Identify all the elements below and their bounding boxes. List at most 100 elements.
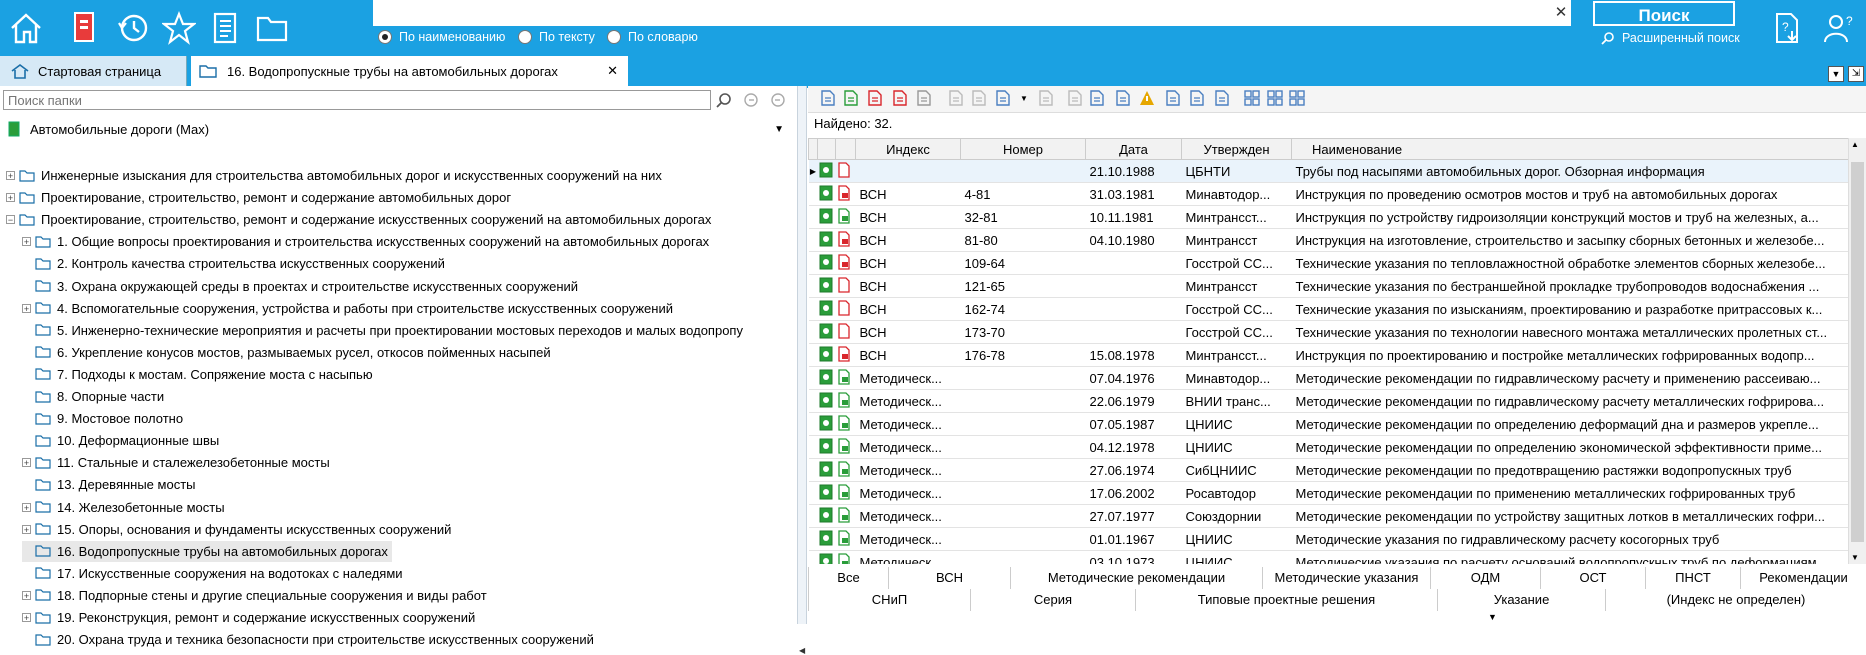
collapse-icon[interactable]: − <box>6 215 15 225</box>
root-folder-selector[interactable]: Автомобильные дороги (Max) ▼ <box>8 118 788 140</box>
notes-icon[interactable] <box>203 6 247 50</box>
preview-icon[interactable] <box>1213 89 1231 107</box>
help-download-icon[interactable]: ? <box>1765 6 1809 50</box>
tree-item[interactable]: 3. Охрана окружающей среды в проектах и … <box>22 276 578 297</box>
scroll-thumb[interactable] <box>1851 162 1864 542</box>
expand-icon[interactable]: + <box>6 171 15 181</box>
grid2-icon[interactable] <box>1266 89 1284 107</box>
panel-splitter[interactable]: ◀ <box>797 86 807 655</box>
tree-item[interactable]: +4. Вспомогательные сооружения, устройст… <box>22 298 673 319</box>
folder-search-input[interactable] <box>3 90 711 110</box>
tree-item[interactable]: 8. Опорные части <box>22 386 164 407</box>
header-index[interactable]: Индекс <box>855 138 961 160</box>
vertical-scrollbar[interactable]: ▲ ▼ <box>1848 138 1866 564</box>
tree-item[interactable]: +14. Железобетонные мосты <box>22 497 225 518</box>
expand-icon[interactable]: + <box>22 458 31 468</box>
table-row[interactable]: ВСН 121-65 Минтрансст Технические указания … <box>808 274 1848 298</box>
search-input[interactable] <box>373 0 1571 26</box>
chevron-down-icon[interactable]: ▼ <box>774 124 784 135</box>
category-tab[interactable]: Методические рекомендации <box>1010 567 1262 589</box>
expand-icon[interactable]: + <box>22 237 31 247</box>
table-row[interactable]: ВСН 81-80 04.10.1980 Минтрансст Инструкция н… <box>808 228 1848 252</box>
category-tab[interactable]: Все <box>808 567 888 589</box>
expand-icon[interactable]: + <box>6 193 15 203</box>
tree-link-icon[interactable] <box>1114 89 1132 107</box>
copy-icon[interactable] <box>947 89 965 107</box>
search-icon[interactable] <box>714 90 734 110</box>
export-red2-icon[interactable] <box>891 89 909 107</box>
tree-item[interactable]: +1. Общие вопросы проектирования и строи… <box>22 231 709 252</box>
tree-item[interactable]: 6. Укрепление конусов мостов, размываемы… <box>22 342 551 363</box>
table-row[interactable]: Методическ... 22.06.1979 ВНИИ транс... Мето… <box>808 389 1848 413</box>
category-tab[interactable]: ОСТ <box>1540 567 1645 589</box>
collapse-left-icon[interactable]: ◀ <box>799 646 805 655</box>
search-button[interactable]: Поиск <box>1593 1 1735 26</box>
history-icon[interactable] <box>111 6 155 50</box>
tree-item[interactable]: +19. Реконструкция, ремонт и содержание … <box>22 607 475 628</box>
table-row[interactable]: Методическ... 27.07.1977 Союздорнии Методич… <box>808 504 1848 528</box>
search-next-icon[interactable] <box>768 90 788 110</box>
table-row[interactable]: Методическ... 04.12.1978 ЦНИИС Методические… <box>808 435 1848 459</box>
star-icon[interactable] <box>157 6 201 50</box>
expand-icon[interactable]: + <box>22 590 31 600</box>
category-tab[interactable]: Рекомендации <box>1740 567 1866 589</box>
advanced-search-link[interactable]: Расширенный поиск <box>1600 31 1740 45</box>
compare-icon[interactable] <box>1037 89 1055 107</box>
radio-by-dictionary[interactable]: По словарю <box>607 30 698 44</box>
tree-item[interactable]: 20. Охрана труда и техника безопасности … <box>22 629 594 650</box>
check-icon[interactable] <box>1066 89 1084 107</box>
export-blue-icon[interactable] <box>819 89 837 107</box>
tree-item[interactable]: 5. Инженерно-технические мероприятия и р… <box>22 320 743 341</box>
table-row[interactable]: ВСН 4-81 31.03.1981 Минавтодор... Инструкция… <box>808 182 1848 206</box>
category-tab[interactable]: Типовые проектные решения <box>1135 589 1437 611</box>
expand-icon[interactable]: + <box>22 303 31 313</box>
clear-search-icon[interactable]: ✕ <box>1552 2 1570 24</box>
radio-dot[interactable] <box>518 30 532 44</box>
table-row[interactable]: Методическ... 01.01.1967 ЦНИИС Методические… <box>808 527 1848 551</box>
table-row[interactable]: Методическ... 07.05.1987 ЦНИИС Методические… <box>808 412 1848 436</box>
scroll-up-icon[interactable]: ▲ <box>1851 140 1859 149</box>
table-row[interactable]: ВСН 162-74 Госстрой СС... Технические указа… <box>808 297 1848 321</box>
table-row[interactable]: Методическ... 27.06.1974 СибЦНИИС Методичес… <box>808 458 1848 482</box>
tab-start-page[interactable]: Стартовая страница <box>0 56 187 86</box>
tree-item[interactable]: + Инженерные изыскания для строительства … <box>6 165 662 186</box>
table-row[interactable]: ▶ 21.10.1988 ЦБНТИ Трубы под насыпями автом… <box>808 159 1848 183</box>
search-prev-icon[interactable] <box>741 90 761 110</box>
header-name[interactable]: Наименование <box>1291 138 1848 160</box>
category-tab[interactable]: ВСН <box>888 567 1010 589</box>
open-icon[interactable] <box>994 89 1012 107</box>
table-row[interactable]: Методическ... 07.04.1976 Минавтодор... Мето… <box>808 366 1848 390</box>
more-tabs-icon[interactable]: ▼ <box>1488 612 1497 622</box>
table-row[interactable]: ВСН 32-81 10.11.1981 Минтрансст... Инструкци… <box>808 205 1848 229</box>
tree-item[interactable]: − Проектирование, строительство, ремонт и… <box>6 209 711 230</box>
paste-icon[interactable] <box>970 89 988 107</box>
grid-icon[interactable] <box>1243 89 1261 107</box>
dropdown-tabs-icon[interactable]: ▼ <box>1828 66 1844 82</box>
export-gray-icon[interactable] <box>915 89 933 107</box>
tree-item[interactable]: +11. Стальные и сталежелезобетонные мост… <box>22 452 330 473</box>
radio-dot[interactable] <box>607 30 621 44</box>
category-tab[interactable]: ОДМ <box>1430 567 1540 589</box>
category-tab[interactable]: Указание <box>1437 589 1605 611</box>
tree-item[interactable]: 13. Деревянные мосты <box>22 474 196 495</box>
list-icon[interactable] <box>1164 89 1182 107</box>
warning-icon[interactable] <box>1138 89 1156 107</box>
expand-icon[interactable]: + <box>22 613 31 623</box>
pin-icon[interactable]: ⇲ <box>1848 66 1864 82</box>
details-icon[interactable] <box>1188 89 1206 107</box>
home-icon[interactable] <box>4 6 48 50</box>
grid3-icon[interactable] <box>1288 89 1306 107</box>
table-row[interactable]: Методическ... 17.06.2002 Росавтодор Методич… <box>808 481 1848 505</box>
category-tab[interactable]: Методические указания <box>1262 567 1430 589</box>
close-tab-icon[interactable]: ✕ <box>607 63 618 79</box>
table-row[interactable]: ВСН 173-70 Госстрой СС... Технические указа… <box>808 320 1848 344</box>
radio-by-text[interactable]: По тексту <box>518 30 595 44</box>
user-help-icon[interactable]: ? <box>1817 6 1861 50</box>
tree-item[interactable]: 9. Мостовое полотно <box>22 408 183 429</box>
export-red-icon[interactable] <box>866 89 884 107</box>
scroll-down-icon[interactable]: ▼ <box>1851 553 1859 562</box>
comment-icon[interactable] <box>1088 89 1106 107</box>
folder-icon[interactable] <box>250 6 294 50</box>
category-tab[interactable]: (Индекс не определен) <box>1605 589 1866 611</box>
category-tab[interactable]: Серия <box>970 589 1135 611</box>
